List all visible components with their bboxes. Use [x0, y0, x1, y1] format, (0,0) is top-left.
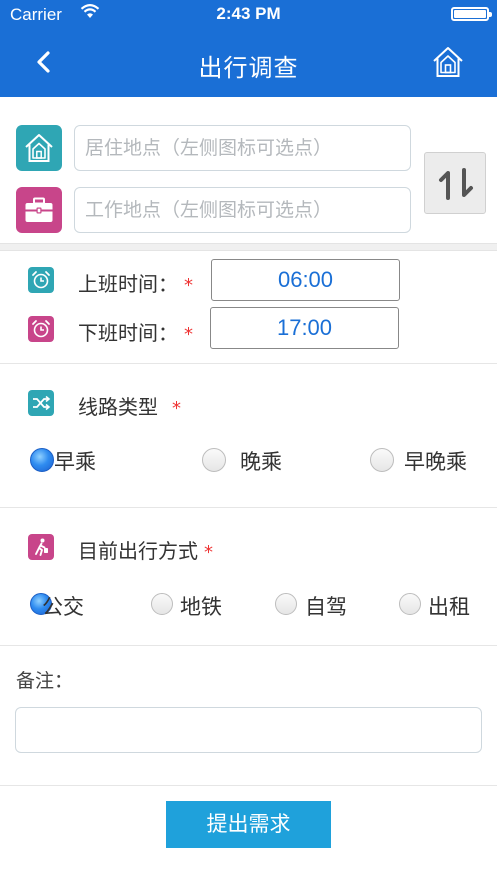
travel-option-taxi-label: 出租	[428, 595, 470, 619]
required-star: *	[204, 542, 213, 563]
route-option-morning[interactable]: 早乘	[30, 446, 110, 476]
travel-option-drive[interactable]: 自驾	[275, 591, 355, 621]
work-location-button[interactable]	[16, 187, 62, 233]
remark-label: 备注：	[16, 670, 74, 692]
travel-option-drive-label: 自驾	[305, 595, 347, 619]
route-type-label-text: 线路类型	[78, 395, 158, 419]
house-icon	[25, 134, 53, 162]
work-location-input[interactable]	[74, 187, 411, 233]
briefcase-icon	[25, 197, 53, 222]
end-time-picker[interactable]: 17:00	[210, 307, 399, 349]
end-time-icon-box	[28, 316, 54, 342]
radio-unchecked-icon	[370, 448, 394, 472]
required-star: *	[184, 275, 193, 296]
section-divider	[0, 785, 497, 786]
route-type-label: 线路类型 *	[78, 391, 181, 420]
app-header: Carrier 2:43 PM 出行调查	[0, 0, 497, 97]
walking-person-icon	[35, 538, 48, 556]
radio-unchecked-icon	[151, 593, 173, 615]
travel-option-subway-label: 地铁	[180, 595, 222, 619]
route-option-both-label: 早晚乘	[404, 450, 467, 474]
end-time-label-text: 下班时间：	[78, 321, 178, 345]
route-option-morning-label: 早乘	[54, 450, 96, 474]
home-location-button[interactable]	[16, 125, 62, 171]
radio-unchecked-icon	[275, 593, 297, 615]
travel-mode-label: 目前出行方式 *	[78, 535, 213, 564]
end-time-label: 下班时间： *	[78, 317, 193, 346]
travel-option-taxi[interactable]: 出租	[399, 591, 479, 621]
start-time-picker[interactable]: 06:00	[211, 259, 400, 301]
start-time-icon-box	[28, 267, 54, 293]
travel-icon-box	[28, 534, 54, 560]
route-option-both[interactable]: 早晚乘	[370, 446, 480, 476]
travel-option-subway[interactable]: 地铁	[151, 591, 231, 621]
required-star: *	[172, 398, 181, 419]
swap-vertical-icon	[439, 168, 473, 200]
section-divider	[0, 363, 497, 364]
remark-input[interactable]	[15, 707, 482, 753]
battery-icon	[451, 7, 492, 21]
route-option-evening[interactable]: 晚乘	[202, 446, 292, 476]
route-option-evening-label: 晚乘	[240, 450, 282, 474]
travel-option-bus-label: 公交	[42, 595, 84, 619]
page-title: 出行调查	[198, 54, 299, 82]
required-star: *	[184, 324, 193, 345]
route-icon-box	[28, 390, 54, 416]
start-time-label: 上班时间： *	[78, 268, 193, 297]
alarm-clock-icon	[32, 271, 50, 289]
section-divider	[0, 645, 497, 646]
start-time-label-text: 上班时间：	[78, 272, 178, 296]
swap-locations-button[interactable]	[424, 152, 486, 214]
home-icon[interactable]	[430, 44, 466, 80]
section-divider	[0, 243, 497, 251]
travel-mode-label-text: 目前出行方式	[78, 539, 198, 563]
section-divider	[0, 507, 497, 508]
radio-unchecked-icon	[202, 448, 226, 472]
travel-option-bus[interactable]: 公交	[30, 591, 110, 621]
home-location-input[interactable]	[74, 125, 411, 171]
shuffle-icon	[33, 395, 51, 411]
radio-unchecked-icon	[399, 593, 421, 615]
radio-checked-icon	[30, 448, 54, 472]
submit-button[interactable]: 提出需求	[166, 801, 331, 848]
status-bar: Carrier 2:43 PM	[0, 0, 497, 28]
alarm-clock-icon	[32, 320, 50, 338]
status-time: 2:43 PM	[216, 4, 281, 23]
